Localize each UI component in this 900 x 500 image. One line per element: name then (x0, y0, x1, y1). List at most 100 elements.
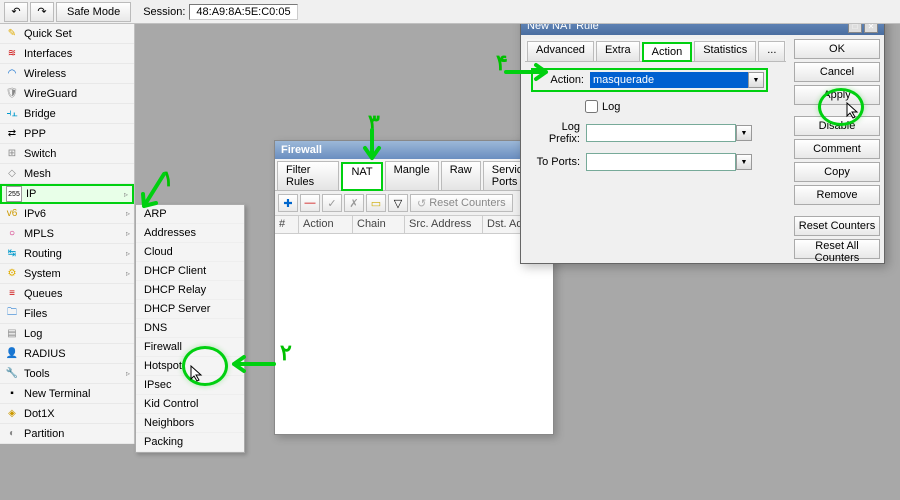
tab-extra[interactable]: Extra (596, 41, 640, 61)
sidebar-item-label: Interfaces (24, 48, 72, 60)
submenu-arrow-icon: ▹ (124, 190, 128, 199)
sidebar-item-partition[interactable]: ◐Partition (0, 424, 134, 444)
redo-button[interactable]: ↷ (30, 2, 54, 22)
col-action[interactable]: Action (299, 216, 353, 233)
sidebar-item-ipv6[interactable]: v6IPv6▹ (0, 204, 134, 224)
comment-button[interactable]: Comment (794, 139, 880, 159)
submenu-item-firewall[interactable]: Firewall (136, 338, 244, 357)
submenu-item-kid-control[interactable]: Kid Control (136, 395, 244, 414)
sidebar-item-bridge[interactable]: ⫞⫠ Bridge (0, 104, 134, 124)
firewall-toolbar: ✚ — ✓ ✗ ▭ ▽ ↺Reset Counters (275, 191, 553, 216)
action-dropdown-icon[interactable]: ▼ (748, 72, 764, 88)
action-label: Action: (535, 74, 590, 86)
disable-button[interactable]: Disable (794, 116, 880, 136)
submenu-item-hotspot[interactable]: Hotspot (136, 357, 244, 376)
reset-counters-button[interactable]: ↺Reset Counters (410, 194, 513, 212)
tab-raw[interactable]: Raw (441, 161, 481, 190)
sidebar-item-tools[interactable]: 🔧Tools▹ (0, 364, 134, 384)
sidebar-item-interfaces[interactable]: ≋Interfaces (0, 44, 134, 64)
sidebar-item-label: System (24, 268, 61, 280)
tab-statistics[interactable]: Statistics (694, 41, 756, 61)
disable-button[interactable]: ✗ (344, 194, 364, 212)
submenu-item-ipsec[interactable]: IPsec (136, 376, 244, 395)
tab-mangle[interactable]: Mangle (385, 161, 439, 190)
tab-more[interactable]: ... (758, 41, 785, 61)
system-icon: ⚙ (4, 266, 20, 282)
submenu-item-dns[interactable]: DNS (136, 319, 244, 338)
to-ports-dropdown-icon[interactable]: ▼ (736, 154, 752, 170)
col-#[interactable]: # (275, 216, 299, 233)
sidebar-item-wireguard[interactable]: 🛡WireGuard (0, 84, 134, 104)
remove-button[interactable]: — (300, 194, 320, 212)
submenu-item-dhcp-client[interactable]: DHCP Client (136, 262, 244, 281)
log-prefix-input[interactable] (586, 124, 736, 142)
enable-button[interactable]: ✓ (322, 194, 342, 212)
submenu-item-addresses[interactable]: Addresses (136, 224, 244, 243)
sidebar-item-queues[interactable]: ≡Queues (0, 284, 134, 304)
ok-button[interactable]: OK (794, 39, 880, 59)
tab-filter-rules[interactable]: Filter Rules (277, 161, 339, 190)
log-prefix-dropdown-icon[interactable]: ▼ (736, 125, 752, 141)
tab-action[interactable]: Action (642, 42, 693, 62)
sidebar-item-new-terminal[interactable]: ▪New Terminal (0, 384, 134, 404)
bridge-icon: ⫞⫠ (4, 106, 20, 122)
ip-icon: 255 (6, 186, 22, 202)
apply-button[interactable]: Apply (794, 85, 880, 105)
tab-nat[interactable]: NAT (341, 162, 382, 191)
dot1x-icon: ◈ (4, 406, 20, 422)
submenu-item-arp[interactable]: ARP (136, 205, 244, 224)
sidebar-item-log[interactable]: ▤Log (0, 324, 134, 344)
sidebar-item-label: Bridge (24, 108, 56, 120)
copy-button[interactable]: Copy (794, 162, 880, 182)
reset-counters-button[interactable]: Reset Counters (794, 216, 880, 236)
submenu-item-dhcp-relay[interactable]: DHCP Relay (136, 281, 244, 300)
session-value: 48:A9:8A:5E:C0:05 (189, 4, 297, 20)
undo-button[interactable]: ↶ (4, 2, 28, 22)
submenu-item-cloud[interactable]: Cloud (136, 243, 244, 262)
sidebar-item-label: MPLS (24, 228, 54, 240)
to-ports-input[interactable] (586, 153, 736, 171)
col-chain[interactable]: Chain (353, 216, 405, 233)
routing-icon: ↹ (4, 246, 20, 262)
tools-icon: 🔧 (4, 366, 20, 382)
remove-button[interactable]: Remove (794, 185, 880, 205)
filter-button[interactable]: ▽ (388, 194, 408, 212)
switch-icon: ⊞ (4, 146, 20, 162)
sidebar-item-system[interactable]: ⚙ System ▹ (0, 264, 134, 284)
tab-advanced[interactable]: Advanced (527, 41, 594, 61)
wireless-icon: ◠ (4, 66, 20, 82)
to-ports-label: To Ports: (531, 156, 586, 168)
quick-set-icon: ✎ (4, 26, 20, 42)
sidebar-item-ip[interactable]: 255IP▹ (0, 184, 134, 204)
safe-mode-button[interactable]: Safe Mode (56, 2, 131, 22)
add-button[interactable]: ✚ (278, 194, 298, 212)
sidebar-item-wireless[interactable]: ◠Wireless (0, 64, 134, 84)
sidebar-item-routing[interactable]: ↹Routing▹ (0, 244, 134, 264)
col-src-address[interactable]: Src. Address (405, 216, 483, 233)
sidebar-item-dot1x[interactable]: ◈Dot1X (0, 404, 134, 424)
submenu-item-neighbors[interactable]: Neighbors (136, 414, 244, 433)
sidebar-item-ppp[interactable]: ⇄PPP (0, 124, 134, 144)
sidebar-item-switch[interactable]: ⊞Switch (0, 144, 134, 164)
firewall-titlebar[interactable]: Firewall (275, 141, 553, 159)
comment-button[interactable]: ▭ (366, 194, 386, 212)
sidebar-item-quick-set[interactable]: ✎Quick Set (0, 24, 134, 44)
wireguard-icon: 🛡 (4, 86, 20, 102)
sidebar-item-radius[interactable]: 👤RADIUS (0, 344, 134, 364)
reset-all-counters-button[interactable]: Reset All Counters (794, 239, 880, 259)
submenu-item-dhcp-server[interactable]: DHCP Server (136, 300, 244, 319)
log-checkbox[interactable] (585, 100, 598, 113)
sidebar-item-label: New Terminal (24, 388, 90, 400)
submenu-arrow-icon: ▹ (126, 209, 130, 218)
sidebar-item-mpls[interactable]: ○MPLS▹ (0, 224, 134, 244)
radius-icon: 👤 (4, 346, 20, 362)
cancel-button[interactable]: Cancel (794, 62, 880, 82)
log-checkbox-row: Log (585, 100, 786, 113)
submenu-item-packing[interactable]: Packing (136, 433, 244, 452)
action-select[interactable]: masquerade (590, 72, 748, 88)
firewall-list[interactable] (275, 234, 553, 434)
sidebar-item-mesh[interactable]: ◇Mesh (0, 164, 134, 184)
submenu-arrow-icon: ▹ (126, 269, 130, 278)
sidebar-item-label: Log (24, 328, 42, 340)
sidebar-item-files[interactable]: 🗀Files (0, 304, 134, 324)
